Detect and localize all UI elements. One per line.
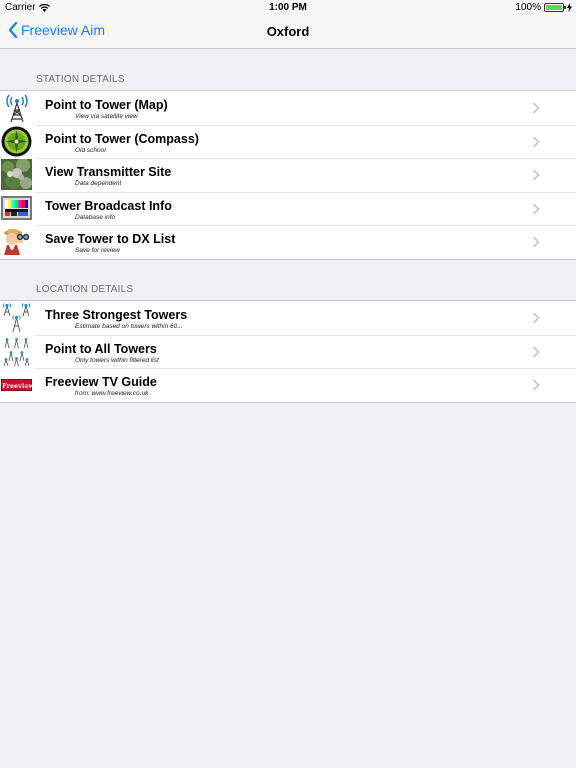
row-title: Three Strongest Towers [45,308,188,322]
row-subtitle: Old school [75,146,106,154]
row-title: Point to Tower (Compass) [45,131,199,146]
all-towers-icon [1,336,32,367]
section-header-location-details: LOCATION DETAILS [36,284,134,295]
chevron-right-icon [532,169,540,181]
row-subtitle: Database info [75,213,116,221]
chevron-right-icon [532,136,540,148]
row-tower-broadcast-info[interactable]: Tower Broadcast Info Database info [0,191,576,226]
row-subtitle: Only towers within filtered list [75,356,159,364]
transmitter-photo-icon [1,159,32,191]
row-point-to-tower-compass[interactable]: Point to Tower (Compass) Old school [0,124,576,159]
row-title: Freeview TV Guide [45,375,157,390]
chevron-right-icon [532,236,540,248]
row-subtitle: from: www.freeview.co.uk [75,390,149,398]
row-subtitle: Save for review [75,247,120,255]
row-point-to-all-towers[interactable]: Point to All Towers Only towers within f… [0,334,576,369]
chevron-right-icon [532,203,540,215]
station-details-group: Point to Tower (Map) View via satellite … [0,90,576,260]
row-point-to-tower-map[interactable]: Point to Tower (Map) View via satellite … [0,91,576,125]
compass-icon [1,126,32,157]
freeview-logo-icon: Freeview [1,369,32,400]
navigation-bar: Freeview Aim Oxford [0,16,576,49]
row-title: View Transmitter Site [45,165,172,180]
row-title: Tower Broadcast Info [45,198,172,213]
three-towers-icon [1,302,32,333]
row-subtitle: Estimate based on towers within 60... [75,323,183,330]
row-title: Point to Tower (Map) [45,98,168,112]
row-three-strongest-towers[interactable]: Three Strongest Towers Estimate based on… [0,301,576,335]
chevron-right-icon [532,346,540,358]
chevron-right-icon [532,312,540,324]
status-bar: Carrier 1:00 PM 100% [0,0,576,16]
battery-percent: 100% [515,2,541,13]
row-subtitle: View via satellite view [75,113,138,120]
radio-tower-icon [1,92,32,123]
test-card-icon [1,193,32,224]
location-details-group: Three Strongest Towers Estimate based on… [0,300,576,403]
explorer-binoculars-icon [1,226,32,257]
row-title: Point to All Towers [45,341,157,356]
row-view-transmitter-site[interactable]: View Transmitter Site Data dependent [0,158,576,192]
row-title: Save Tower to DX List [45,232,176,247]
row-freeview-tv-guide[interactable]: Freeview Freeview TV Guide from: www.fre… [0,368,576,402]
charging-bolt-icon [567,3,572,12]
battery-icon [544,3,566,12]
chevron-right-icon [532,379,540,391]
row-save-tower-dx-list[interactable]: Save Tower to DX List Save for review [0,225,576,259]
page-title: Oxford [266,24,310,39]
status-right: 100% [515,2,572,13]
freeview-logo-text: Freeview [1,378,32,391]
row-subtitle: Data dependent [75,180,122,188]
chevron-right-icon [532,102,540,114]
status-time: 1:00 PM [269,2,307,13]
section-header-station-details: STATION DETAILS [36,74,125,85]
